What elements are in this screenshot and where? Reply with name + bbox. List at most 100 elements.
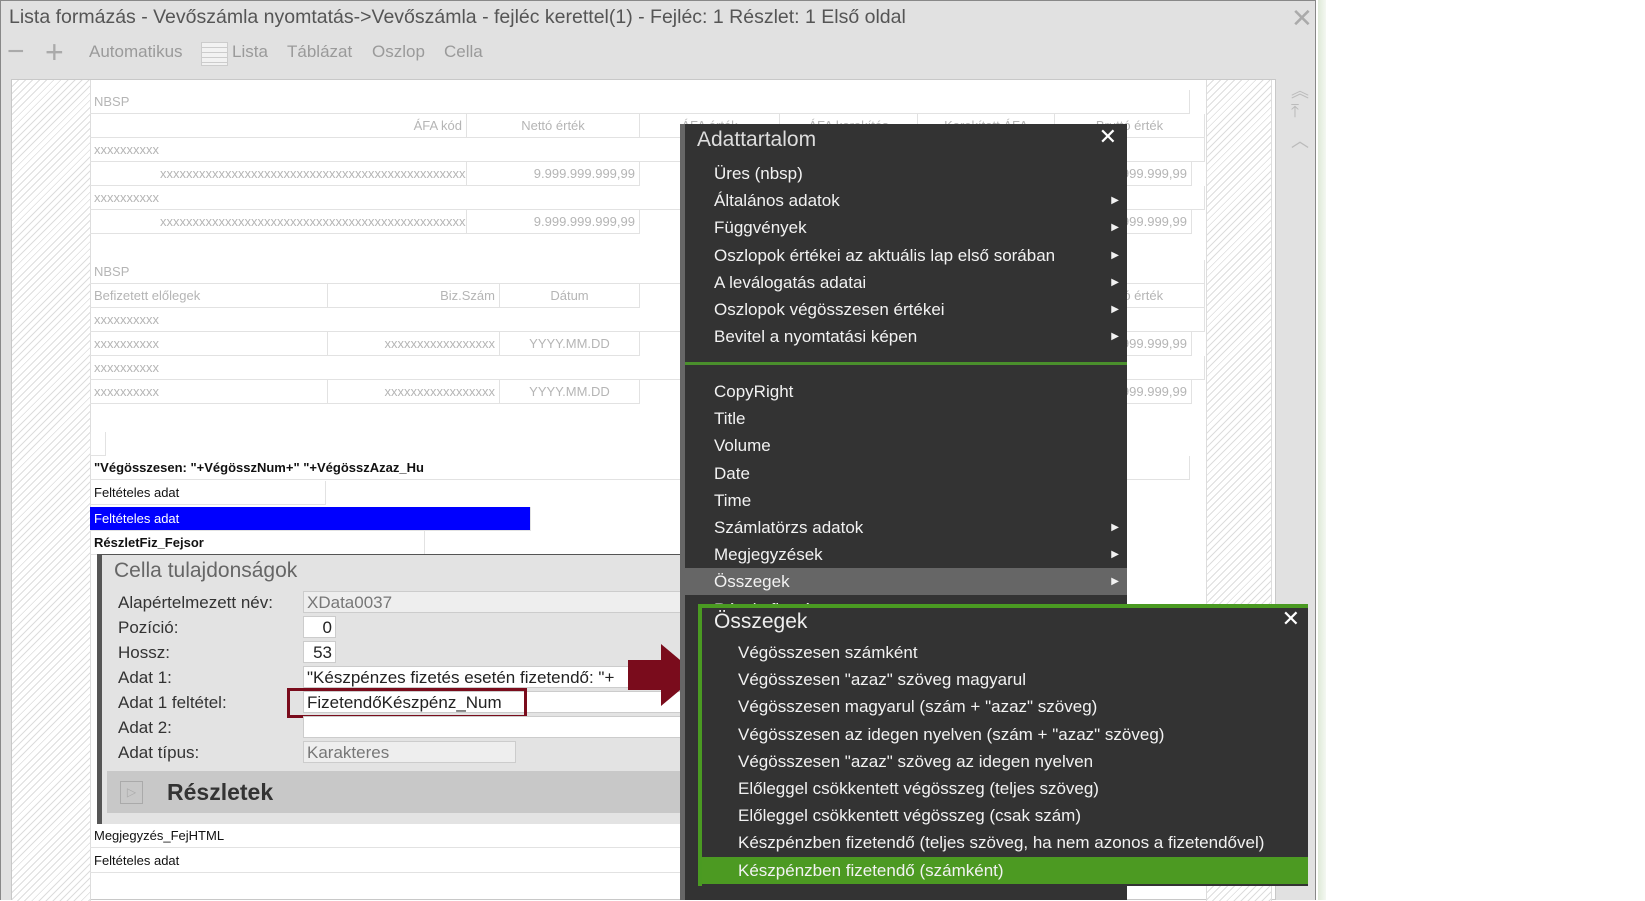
col-header[interactable]: ÁFA kód	[90, 114, 467, 138]
menu-item-label: Megjegyzések	[714, 545, 823, 565]
scroll-top-icon[interactable]: ︽	[1291, 77, 1309, 103]
menu-item-label: Végösszesen magyarul (szám + "azaz" szöv…	[738, 697, 1098, 717]
row-nbsp[interactable]: NBSP	[90, 90, 1190, 114]
label-data1: Adat 1:	[118, 668, 172, 687]
menu-item-label: Bevitel a nyomtatási képen	[714, 327, 918, 347]
menu-item[interactable]: Függvények ▶	[685, 214, 1127, 241]
row-cell[interactable]: xxxxxxxxxx	[90, 332, 328, 356]
window-close-icon[interactable]: ✕	[1291, 3, 1313, 34]
menu-item[interactable]: Date	[685, 460, 1127, 487]
toolbar-tablazat[interactable]: Táblázat	[287, 42, 352, 62]
toolbar-cella[interactable]: Cella	[444, 42, 483, 62]
menu-item[interactable]: Készpénzben fizetendő (teljes szöveg, ha…	[702, 829, 1308, 856]
conditional-row-selected[interactable]: Feltételes adat	[90, 507, 531, 531]
highlight-outline	[287, 688, 527, 718]
menu-item-label: Végösszesen "azaz" szöveg az idegen nyel…	[738, 751, 1094, 771]
position-field[interactable]: 0	[303, 616, 336, 638]
menu-item[interactable]: Bevitel a nyomtatási képen ▶	[685, 323, 1127, 350]
window-title: Lista formázás - Vevőszámla nyomtatás->V…	[9, 6, 906, 28]
menu-item[interactable]: Üres (nbsp)	[685, 160, 1127, 187]
installment-header-row[interactable]: RészletFiz_Fejsor	[90, 531, 425, 555]
submenu-arrow-icon: ▶	[1111, 331, 1119, 343]
menu-item-label: Oszlopok végösszesen értékei	[714, 300, 945, 319]
list-view-icon[interactable]	[201, 42, 228, 66]
conditional-row[interactable]: Feltételes adat	[90, 481, 326, 505]
menu-item[interactable]: Megjegyzések ▶	[685, 541, 1127, 568]
menu-item-label: Oszlopok értékei az aktuális lap első so…	[714, 245, 1056, 265]
submenu-arrow-icon: ▶	[1111, 549, 1119, 561]
scroll-first-icon[interactable]: ⤒	[1291, 101, 1299, 122]
menu-separator	[685, 362, 1127, 365]
row-cell[interactable]: 9.999.999.999,99	[467, 210, 640, 234]
menu-item-label: Date	[714, 463, 750, 483]
submenu-arrow-icon: ▶	[1111, 249, 1119, 261]
menu-item[interactable]: Általános adatok ▶	[685, 187, 1127, 214]
submenu-arrow-icon: ▶	[1111, 222, 1119, 234]
toolbar-automatikus[interactable]: Automatikus	[89, 42, 183, 62]
menu-item-label: CopyRight	[714, 382, 794, 401]
row-cell[interactable]: YYYY.MM.DD	[500, 332, 640, 356]
expand-icon[interactable]: ▷	[120, 781, 143, 804]
menu-item-label: Összegek	[714, 572, 790, 592]
totals-submenu: Összegek ✕ Végösszesen számként Végösszes…	[698, 604, 1308, 886]
menu-item[interactable]: A leválogatás adatai ▶	[685, 269, 1127, 296]
col-header[interactable]: Dátum	[500, 284, 640, 308]
menu-item[interactable]: Oszlopok értékei az aktuális lap első so…	[685, 242, 1127, 269]
menu-item[interactable]: Title	[685, 405, 1127, 432]
row-cell[interactable]: xxxxxxxxxxxxxxxxxxxxxxxxxxxxxxxxxxxxxxxx…	[90, 162, 467, 186]
submenu-close-icon[interactable]: ✕	[1282, 606, 1300, 632]
menu-item[interactable]: Végösszesen magyarul (szám + "azaz" szöv…	[702, 693, 1308, 720]
details-label: Részletek	[167, 779, 274, 805]
label-position: Pozíció:	[118, 618, 179, 637]
row-cell[interactable]: xxxxxxxxxxxxxxxxx	[328, 332, 500, 356]
submenu-arrow-icon: ▶	[1111, 195, 1119, 207]
menu-item[interactable]: Végösszesen "azaz" szöveg az idegen nyel…	[702, 748, 1308, 775]
menu-item[interactable]: Számlatörzs adatok ▶	[685, 514, 1127, 541]
row-cell[interactable]: xxxxxxxxxx	[90, 380, 328, 404]
menu-item-label: Végösszesen "azaz" szöveg magyarul	[738, 670, 1026, 690]
minus-icon[interactable]: −	[7, 35, 25, 69]
menu-item[interactable]: Time	[685, 487, 1127, 514]
menu-item[interactable]: Oszlopok végösszesen értékei ▶	[685, 296, 1127, 323]
label-data2: Adat 2:	[118, 718, 172, 737]
data-type-field[interactable]: Karakteres	[303, 741, 516, 763]
col-header[interactable]: Biz.Szám	[328, 284, 500, 308]
details-section[interactable]: ▷ Részletek	[107, 771, 685, 813]
menu-item-label: Általános adatok	[714, 191, 840, 211]
cell-properties-panel: Cella tulajdonságok Alapértelmezett név:…	[97, 554, 688, 824]
menu-item-label: Készpénzben fizetendő (számként)	[738, 860, 1004, 880]
row-cell[interactable]: YYYY.MM.DD	[500, 380, 640, 404]
label-data1-condition: Adat 1 feltétel:	[118, 693, 227, 712]
data2-field[interactable]	[303, 716, 688, 738]
menu-item-label: Végösszesen számként	[738, 643, 918, 662]
submenu-title: Összegek	[714, 610, 808, 633]
menu-item[interactable]: Végösszesen számként	[702, 639, 1308, 666]
menu-item-label: Time	[714, 490, 752, 510]
menu-item[interactable]: Végösszesen "azaz" szöveg magyarul	[702, 666, 1308, 693]
submenu-arrow-icon: ▶	[1111, 304, 1119, 315]
panel-title: Cella tulajdonságok	[114, 559, 298, 582]
length-field[interactable]: 53	[303, 641, 336, 663]
col-header[interactable]: Nettó érték	[467, 114, 640, 138]
menu-item-label: Számlatörzs adatok	[714, 518, 864, 537]
row-cell[interactable]: 9.999.999.999,99	[467, 162, 640, 186]
menu-item[interactable]: Készpénzben fizetendő (számként)	[702, 856, 1308, 884]
menu-item-label: Előleggel csökkentett végösszeg (teljes …	[738, 779, 1099, 798]
toolbar-oszlop[interactable]: Oszlop	[372, 42, 425, 62]
menu-item[interactable]: Volume	[685, 432, 1127, 459]
default-name-field[interactable]: XData0037	[303, 591, 688, 613]
menu-item[interactable]: Előleggel csökkentett végösszeg (teljes …	[702, 775, 1308, 802]
scroll-up-icon[interactable]: ︿	[1291, 127, 1309, 153]
menu-close-icon[interactable]: ✕	[1099, 124, 1117, 150]
menu-item[interactable]: Előleggel csökkentett végösszeg (csak sz…	[702, 802, 1308, 829]
menu-item[interactable]: Összegek ▶	[685, 568, 1127, 596]
toolbar-lista[interactable]: Lista	[232, 42, 268, 62]
col-header[interactable]: Befizetett előlegek	[90, 284, 328, 308]
left-margin	[12, 80, 91, 901]
plus-icon[interactable]: +	[45, 34, 64, 71]
row-cell[interactable]: xxxxxxxxxxxxxxxxx	[328, 380, 500, 404]
menu-item[interactable]: CopyRight	[685, 378, 1127, 405]
menu-item[interactable]: Végösszesen az idegen nyelven (szám + "a…	[702, 721, 1308, 748]
empty-cell[interactable]	[90, 432, 106, 456]
row-cell[interactable]: xxxxxxxxxxxxxxxxxxxxxxxxxxxxxxxxxxxxxxxx…	[90, 210, 467, 234]
